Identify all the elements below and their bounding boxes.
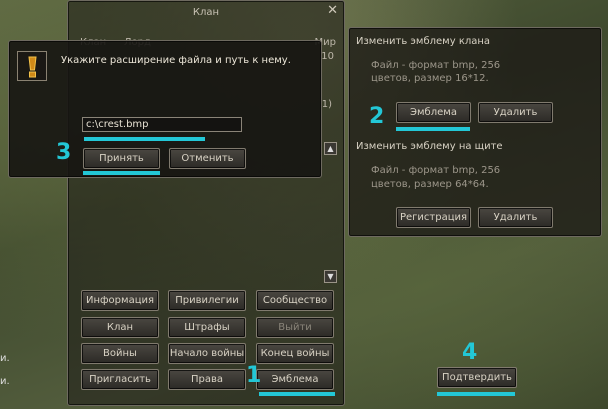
left-partial-text: и. [0, 353, 10, 364]
step-3-marker: 3 [56, 140, 72, 165]
clan-window-title: Клан [192, 7, 220, 18]
community-button[interactable]: Сообщество [256, 290, 334, 311]
step-3-highlight [83, 171, 160, 175]
step-2-highlight [396, 127, 470, 131]
partial-number: 10 [321, 51, 334, 62]
accept-button[interactable]: Принять [83, 148, 160, 169]
shield-emblem-desc: цветов, размер 64*64. [371, 179, 489, 190]
shield-emblem-desc: Файл - формат bmp, 256 [371, 165, 501, 176]
close-icon[interactable]: ✕ [327, 3, 338, 18]
invite-button[interactable]: Пригласить [81, 369, 159, 390]
confirm-button[interactable]: Подтвердить [437, 367, 517, 388]
clan-emblem-desc: Файл - формат bmp, 256 [371, 60, 501, 71]
rights-button[interactable]: Права [168, 369, 246, 390]
leave-button[interactable]: Выйти [256, 317, 334, 338]
info-button[interactable]: Информация [81, 290, 159, 311]
clan-button[interactable]: Клан [81, 317, 159, 338]
penalties-button[interactable]: Штрафы [168, 317, 246, 338]
wars-button[interactable]: Войны [81, 343, 159, 364]
step-2-marker: 2 [369, 104, 385, 129]
path-highlight [84, 137, 205, 141]
scroll-down-icon[interactable]: ▼ [324, 270, 337, 283]
step-1-highlight [259, 392, 335, 396]
dialog-icon-frame [17, 51, 47, 81]
step-1-marker: 1 [246, 363, 262, 388]
end-war-button[interactable]: Конец войны [256, 343, 334, 364]
file-path-input[interactable] [82, 117, 242, 132]
privileges-button[interactable]: Привилегии [168, 290, 246, 311]
clan-emblem-title: Изменить эмблему клана [356, 36, 491, 47]
emblem-panel: Изменить эмблему клана Файл - формат bmp… [348, 27, 602, 237]
start-war-button[interactable]: Начало войны [168, 343, 246, 364]
shield-emblem-title: Изменить эмблему на щите [356, 141, 503, 152]
clan-emblem-delete-button[interactable]: Удалить [478, 102, 553, 123]
shield-register-button[interactable]: Регистрация [396, 207, 471, 228]
emblem-button[interactable]: Эмблема [256, 369, 334, 390]
left-partial-text: и. [0, 376, 10, 387]
clan-emblem-upload-button[interactable]: Эмблема [396, 102, 471, 123]
scroll-up-icon[interactable]: ▲ [324, 142, 337, 155]
cancel-button[interactable]: Отменить [169, 148, 246, 169]
dialog-prompt: Укажите расширение файла и путь к нему. [61, 55, 291, 66]
partial-value: 1) [321, 99, 332, 110]
clan-emblem-desc: цветов, размер 16*12. [371, 73, 489, 84]
shield-delete-button[interactable]: Удалить [478, 207, 553, 228]
warning-icon [24, 56, 41, 78]
step-4-highlight [437, 392, 515, 396]
step-4-marker: 4 [462, 340, 478, 365]
